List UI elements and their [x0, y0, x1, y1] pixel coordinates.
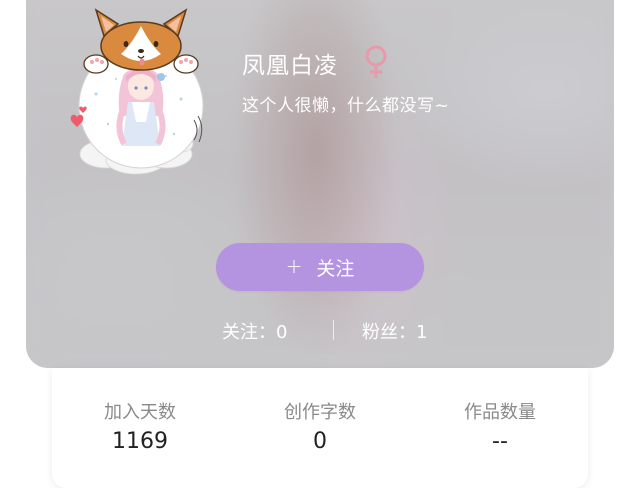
- profile-username: 凤凰白凌: [242, 53, 338, 79]
- stats-panel: 加入天数 1169 创作字数 0 作品数量 --: [52, 368, 588, 488]
- stat-join-days: 加入天数 1169: [60, 402, 220, 456]
- user-avatar[interactable]: [66, 4, 206, 176]
- stat-label: 加入天数: [104, 402, 176, 423]
- follow-button[interactable]: + 关注: [216, 243, 424, 291]
- stat-label: 创作字数: [284, 402, 356, 423]
- following-count[interactable]: 关注：0: [222, 318, 287, 344]
- stat-works-count: 作品数量 --: [420, 402, 580, 456]
- stat-value: --: [492, 429, 508, 454]
- stat-value: 0: [313, 429, 327, 454]
- follow-button-label: 关注: [316, 257, 355, 280]
- plus-icon: +: [285, 254, 303, 278]
- stats-divider: [333, 320, 334, 340]
- stat-value: 1169: [112, 429, 168, 454]
- stat-label: 作品数量: [464, 402, 536, 423]
- fans-count[interactable]: 粉丝：1: [362, 318, 427, 344]
- stat-word-count: 创作字数 0: [240, 402, 400, 456]
- female-symbol-icon: [365, 45, 387, 78]
- profile-bio: 这个人很懒，什么都没写~: [242, 96, 450, 116]
